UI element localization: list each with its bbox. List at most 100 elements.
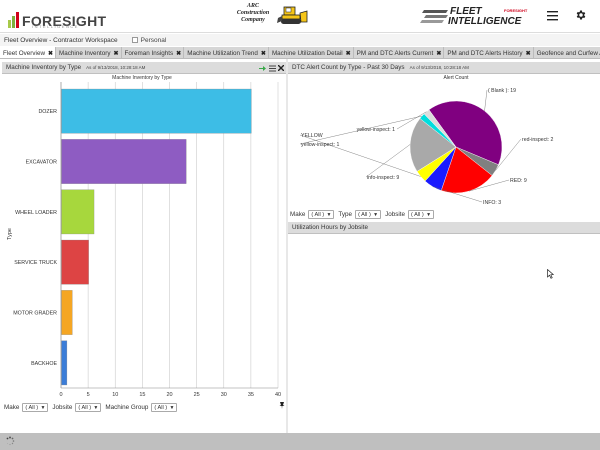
dtc-alert-title: DTC Alert Count by Type - Past 30 Days: [292, 64, 405, 71]
tab-close-icon[interactable]: ✖: [526, 50, 531, 57]
hamburger-menu-icon[interactable]: [547, 10, 558, 21]
company-line-1: ARC: [246, 3, 259, 9]
machine-inventory-filters: Make( All ) ▼ Jobsite( All ) ▼ Machine Group…: [4, 403, 181, 412]
tab-close-icon[interactable]: ✖: [261, 50, 266, 57]
x-tick-label: 5: [87, 392, 90, 398]
tab-label: Geofence and Curfew Alerts: [536, 49, 600, 57]
tab-close-icon[interactable]: ✖: [346, 50, 351, 57]
tab-label: Machine Inventory: [59, 49, 111, 57]
bulldozer-icon: [277, 6, 308, 24]
tab-label: Machine Utilization Trend: [187, 49, 258, 57]
filter-make-select[interactable]: ( All ) ▼: [308, 210, 335, 219]
filter-machine-group-select[interactable]: ( All ) ▼: [151, 403, 178, 412]
filter-jobsite-select[interactable]: ( All ) ▼: [408, 210, 435, 219]
filter-label: Type: [338, 211, 353, 218]
fleet-stripes-icon: [420, 10, 448, 23]
personal-checkbox[interactable]: Personal: [131, 37, 166, 44]
filter-label: Make: [290, 211, 306, 218]
tab-label: Machine Utilization Detail: [271, 49, 343, 57]
category-label: EXCAVATOR: [26, 160, 58, 166]
tab-close-icon[interactable]: ✖: [113, 50, 118, 57]
pie-label: yellow-inspect: 1: [301, 142, 339, 148]
x-tick-label: 10: [112, 392, 118, 398]
filter-make-select[interactable]: ( All ) ▼: [22, 403, 49, 412]
dtc-alert-asof: As of 9/13/2018, 10:28:18 AM: [409, 65, 469, 70]
pie-label: info-inspect: 9: [367, 175, 399, 181]
pin-icon[interactable]: [279, 402, 285, 409]
filter-value: ( All ): [154, 404, 168, 411]
pie-label: INFO: 3: [483, 200, 501, 206]
checkbox-box[interactable]: [131, 37, 138, 43]
category-label: BACKHOE: [31, 361, 57, 367]
tab-label: PM and DTC Alerts History: [447, 49, 523, 57]
x-tick-label: 20: [166, 392, 172, 398]
y-axis-label: Type: [7, 228, 13, 240]
x-tick-label: 35: [248, 392, 254, 398]
filter-value: ( All ): [78, 404, 92, 411]
tab-close-icon[interactable]: ✖: [176, 50, 181, 57]
fleet-intelligence-logo: FLEET INTELLIGENCE FORESIGHT: [420, 5, 530, 29]
logo-bars-icon: [8, 12, 19, 28]
chevron-down-icon: ▼: [93, 404, 99, 411]
bar-service-truck: [61, 239, 89, 285]
company-line-3: Company: [241, 17, 265, 23]
tab-machine-utilization-detail[interactable]: Machine Utilization Detail ✖: [269, 47, 354, 58]
dtc-alert-header: DTC Alert Count by Type - Past 30 Days A…: [288, 62, 600, 74]
filter-label: Jobsite: [52, 404, 73, 411]
company-name: ARC Construction Company: [228, 3, 278, 24]
tab-close-icon[interactable]: ✖: [436, 50, 441, 57]
filter-value: ( All ): [358, 211, 371, 218]
filter-value: ( All ): [311, 211, 325, 218]
bar-wheel-loader: [61, 189, 95, 235]
category-label: WHEEL LOADER: [15, 210, 57, 216]
panel-menu-icon[interactable]: [269, 65, 276, 72]
x-tick-label: 25: [194, 392, 200, 398]
pie-title: Alert Count: [443, 75, 469, 81]
x-tick-label: 0: [59, 392, 62, 398]
export-icon[interactable]: [258, 64, 266, 72]
logo-tagline: INTELLIGENCE: [32, 24, 79, 29]
chevron-down-icon: ▼: [426, 211, 432, 218]
tab-strip: Fleet Overview ✖ Machine Inventory ✖ Foreman…: [0, 47, 600, 59]
app-header: FORESIGHT INTELLIGENCE ARC Construction …: [0, 0, 600, 33]
tab-close-icon[interactable]: ✖: [48, 50, 53, 57]
x-tick-label: 15: [139, 392, 145, 398]
pie-leader-line: [365, 144, 411, 178]
tab-fleet-overview[interactable]: Fleet Overview ✖: [0, 47, 57, 58]
tab-foreman-insights[interactable]: Foreman Insights ✖: [122, 47, 185, 58]
gear-icon[interactable]: [575, 9, 587, 21]
tab-machine-utilization-trend[interactable]: Machine Utilization Trend ✖: [184, 47, 269, 58]
mouse-cursor-icon: [547, 269, 554, 279]
machine-inventory-chart: Machine Inventory by Type 0 5 10 15 20 25 30 35 4…: [7, 75, 281, 398]
utilization-chart-area: [288, 235, 600, 432]
filter-label: Machine Group: [105, 404, 149, 411]
bar-excavator: [61, 139, 187, 184]
fi-line-2: INTELLIGENCE: [448, 16, 522, 27]
foresight-logo: FORESIGHT INTELLIGENCE: [8, 8, 106, 29]
tab-machine-inventory[interactable]: Machine Inventory ✖: [56, 47, 122, 58]
filter-value: ( All ): [411, 211, 424, 218]
x-tick-label: 40: [275, 392, 281, 398]
filter-jobsite-select[interactable]: ( All ) ▼: [75, 403, 102, 412]
workspace-bar: Fleet Overview - Contractor Workspace Pe…: [0, 34, 600, 46]
panel-close-icon[interactable]: [278, 65, 284, 71]
category-label: SERVICE TRUCK: [14, 260, 57, 266]
tab-pm-and-dtc-alerts-current[interactable]: PM and DTC Alerts Current ✖: [354, 47, 445, 58]
bar-backhoe: [61, 340, 68, 386]
pie-leader-line: [484, 89, 488, 111]
tab-label: Fleet Overview: [3, 49, 45, 57]
tab-pm-and-dtc-alerts-history[interactable]: PM and DTC Alerts History ✖: [444, 47, 534, 58]
chevron-down-icon: ▼: [326, 211, 332, 218]
utilization-title: Utilization Hours by Jobsite: [292, 224, 368, 231]
tab-geofence-and-curfew-alerts[interactable]: Geofence and Curfew Alerts✖: [534, 47, 600, 58]
category-label: MOTOR GRADER: [13, 311, 57, 317]
chevron-down-icon: ▼: [373, 211, 379, 218]
filter-label: Jobsite: [385, 211, 406, 218]
machine-inventory-title: Machine Inventory by Type: [6, 64, 82, 71]
loading-spinner-icon: [6, 436, 15, 446]
utilization-header: Utilization Hours by Jobsite: [288, 222, 600, 234]
bar-motor-grader: [61, 290, 73, 335]
workspace-title: Fleet Overview - Contractor Workspace: [4, 36, 118, 44]
filter-type-select[interactable]: ( All ) ▼: [355, 210, 382, 219]
pie-label: red-inspect: 2: [522, 137, 554, 143]
